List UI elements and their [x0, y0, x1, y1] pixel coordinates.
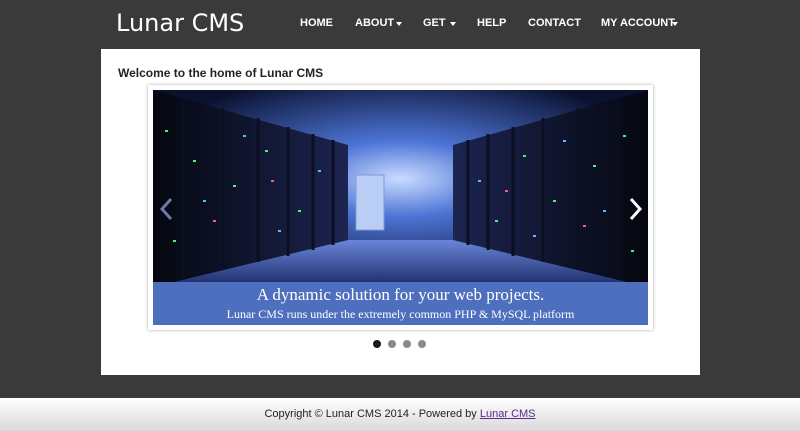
about-chevron-down-icon[interactable] [396, 22, 402, 26]
slider-dot-1[interactable] [373, 340, 381, 348]
image-slider: A dynamic solution for your web projects… [148, 85, 653, 330]
main-content: Welcome to the home of Lunar CMS A dynam… [101, 49, 700, 375]
slider-prev-arrow-icon[interactable] [159, 197, 173, 221]
main-nav: HOME ABOUT GET HELP CONTACT MY ACCOUNT [0, 0, 800, 48]
get-chevron-down-icon[interactable] [450, 22, 456, 26]
footer-link-lunar-cms[interactable]: Lunar CMS [480, 408, 536, 420]
footer-copyright: Copyright © Lunar CMS 2014 - Powered by [264, 408, 477, 420]
site-footer: Copyright © Lunar CMS 2014 - Powered by … [0, 398, 800, 431]
nav-about[interactable]: ABOUT [355, 17, 394, 30]
slide-caption: A dynamic solution for your web projects… [153, 282, 648, 325]
page-title: Welcome to the home of Lunar CMS [118, 66, 324, 80]
site-header: Lunar CMS HOME ABOUT GET HELP CONTACT MY… [0, 0, 800, 48]
nav-my-account[interactable]: MY ACCOUNT [601, 17, 675, 30]
my-account-chevron-down-icon[interactable] [672, 22, 678, 26]
nav-home[interactable]: HOME [300, 17, 333, 30]
caption-subtitle: Lunar CMS runs under the extremely commo… [226, 307, 575, 321]
slide-image [153, 90, 648, 287]
slider-next-arrow-icon[interactable] [629, 197, 643, 221]
caption-title: A dynamic solution for your web projects… [256, 285, 545, 304]
slider-pagination [372, 340, 432, 350]
slider-dot-2[interactable] [388, 340, 396, 348]
slider-dot-4[interactable] [418, 340, 426, 348]
nav-get[interactable]: GET [423, 17, 446, 30]
slider-dot-3[interactable] [403, 340, 411, 348]
nav-contact[interactable]: CONTACT [528, 17, 581, 30]
nav-help[interactable]: HELP [477, 17, 506, 30]
